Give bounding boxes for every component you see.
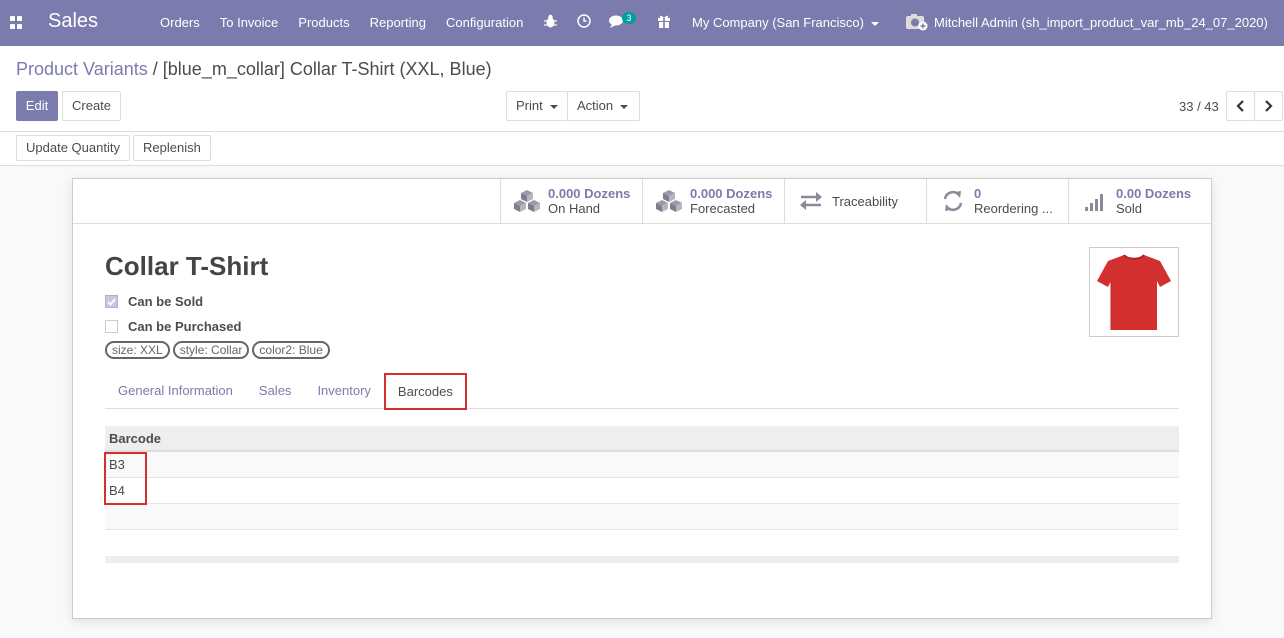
table-row-empty [105,504,1179,530]
tab-inventory[interactable]: Inventory [304,373,383,409]
forecasted-button[interactable]: 0.000 Dozens Forecasted [643,179,785,223]
breadcrumb-separator: / [152,59,158,79]
barcodes-table: Barcode B3 B4 [105,426,1179,563]
create-button[interactable]: Create [62,91,121,121]
sold-label: Sold [1116,201,1143,216]
reordering-button[interactable]: 0 Reordering ... [927,179,1069,223]
caret-down-icon [620,104,629,109]
tshirt-image [1097,254,1171,330]
table-footer [105,556,1179,563]
action-button[interactable]: Action [567,91,640,121]
variant-tags: size: XXL style: Collar color2: Blue [105,341,333,359]
menu-orders[interactable]: Orders [150,0,210,46]
divider [0,131,1284,132]
can-be-purchased-checkbox[interactable] [105,320,118,333]
menu-reporting[interactable]: Reporting [360,0,436,46]
caret-down-icon [870,21,879,26]
breadcrumb-current: [blue_m_collar] Collar T-Shirt (XXL, Blu… [162,59,492,79]
edit-button[interactable]: Edit [16,91,58,121]
product-image[interactable] [1089,247,1179,337]
chevron-left-icon [1236,100,1244,112]
apps-menu-icon[interactable] [10,16,23,29]
can-be-sold-checkbox[interactable] [105,295,118,308]
app-brand[interactable]: Sales [48,10,98,33]
update-quantity-button[interactable]: Update Quantity [16,135,130,161]
exchange-icon [800,192,822,210]
menu-to-invoice[interactable]: To Invoice [210,0,289,46]
notebook-tabs: General Information Sales Inventory Barc… [105,373,1179,409]
breadcrumb: Product Variants / [blue_m_collar] Colla… [16,59,492,80]
pager-previous-button[interactable] [1226,91,1255,121]
avatar-icon[interactable] [906,13,928,31]
clock-icon[interactable] [577,14,591,28]
tab-highlight-box [384,373,467,410]
check-icon [107,297,116,306]
divider [73,223,1211,224]
main-menu: Orders To Invoice Products Reporting Con… [150,0,533,46]
reordering-label: Reordering ... [974,201,1053,216]
tab-general-information[interactable]: General Information [105,373,246,409]
chat-badge: 3 [622,12,636,24]
rows-highlight-box [104,452,147,505]
tag-style: style: Collar [172,341,250,359]
can-be-purchased-field: Can be Purchased [105,319,241,334]
can-be-purchased-label: Can be Purchased [128,319,242,334]
form-sheet: 0.000 Dozens On Hand 0.000 Dozens Forecast… [72,178,1212,619]
sold-button[interactable]: 0.00 Dozens Sold [1069,179,1211,223]
breadcrumb-parent[interactable]: Product Variants [16,59,148,79]
product-name: Collar T-Shirt [105,251,269,281]
on-hand-label: On Hand [548,201,601,216]
on-hand-value: 0.000 Dozens [548,186,631,201]
reordering-value: 0 [974,186,982,201]
sold-value: 0.00 Dozens [1116,186,1192,201]
chevron-right-icon [1265,100,1273,112]
pager-next-button[interactable] [1254,91,1283,121]
table-row[interactable]: B4 [105,478,1179,504]
cubes-icon [514,190,540,212]
company-switcher[interactable]: My Company (San Francisco) [692,15,879,30]
forecasted-value: 0.000 Dozens [690,186,773,201]
tab-sales[interactable]: Sales [246,373,305,409]
pager-value[interactable]: 33 / 43 [1179,99,1219,114]
signal-icon [1085,194,1103,211]
table-row[interactable]: B3 [105,452,1179,478]
replenish-button[interactable]: Replenish [133,135,211,161]
bug-icon[interactable] [544,14,557,28]
caret-down-icon [549,104,558,109]
traceability-button[interactable]: Traceability [785,179,927,223]
barcode-column-header[interactable]: Barcode [105,426,1179,452]
tag-size: size: XXL [105,341,170,359]
menu-products[interactable]: Products [288,0,359,46]
gift-icon[interactable] [657,14,671,28]
top-navbar: Sales Orders To Invoice Products Reporti… [0,0,1284,46]
menu-configuration[interactable]: Configuration [436,0,533,46]
cubes-icon [656,190,682,212]
user-menu[interactable]: Mitchell Admin (sh_import_product_var_mb… [934,15,1268,30]
refresh-icon [943,190,963,212]
tag-color: color2: Blue [252,341,330,359]
on-hand-button[interactable]: 0.000 Dozens On Hand [501,179,643,223]
print-button[interactable]: Print [506,91,568,121]
can-be-sold-label: Can be Sold [128,294,204,309]
smart-button-box: 0.000 Dozens On Hand 0.000 Dozens Forecast… [500,179,1211,223]
traceability-label: Traceability [832,193,898,209]
forecasted-label: Forecasted [690,201,756,216]
can-be-sold-field: Can be Sold [105,294,203,309]
